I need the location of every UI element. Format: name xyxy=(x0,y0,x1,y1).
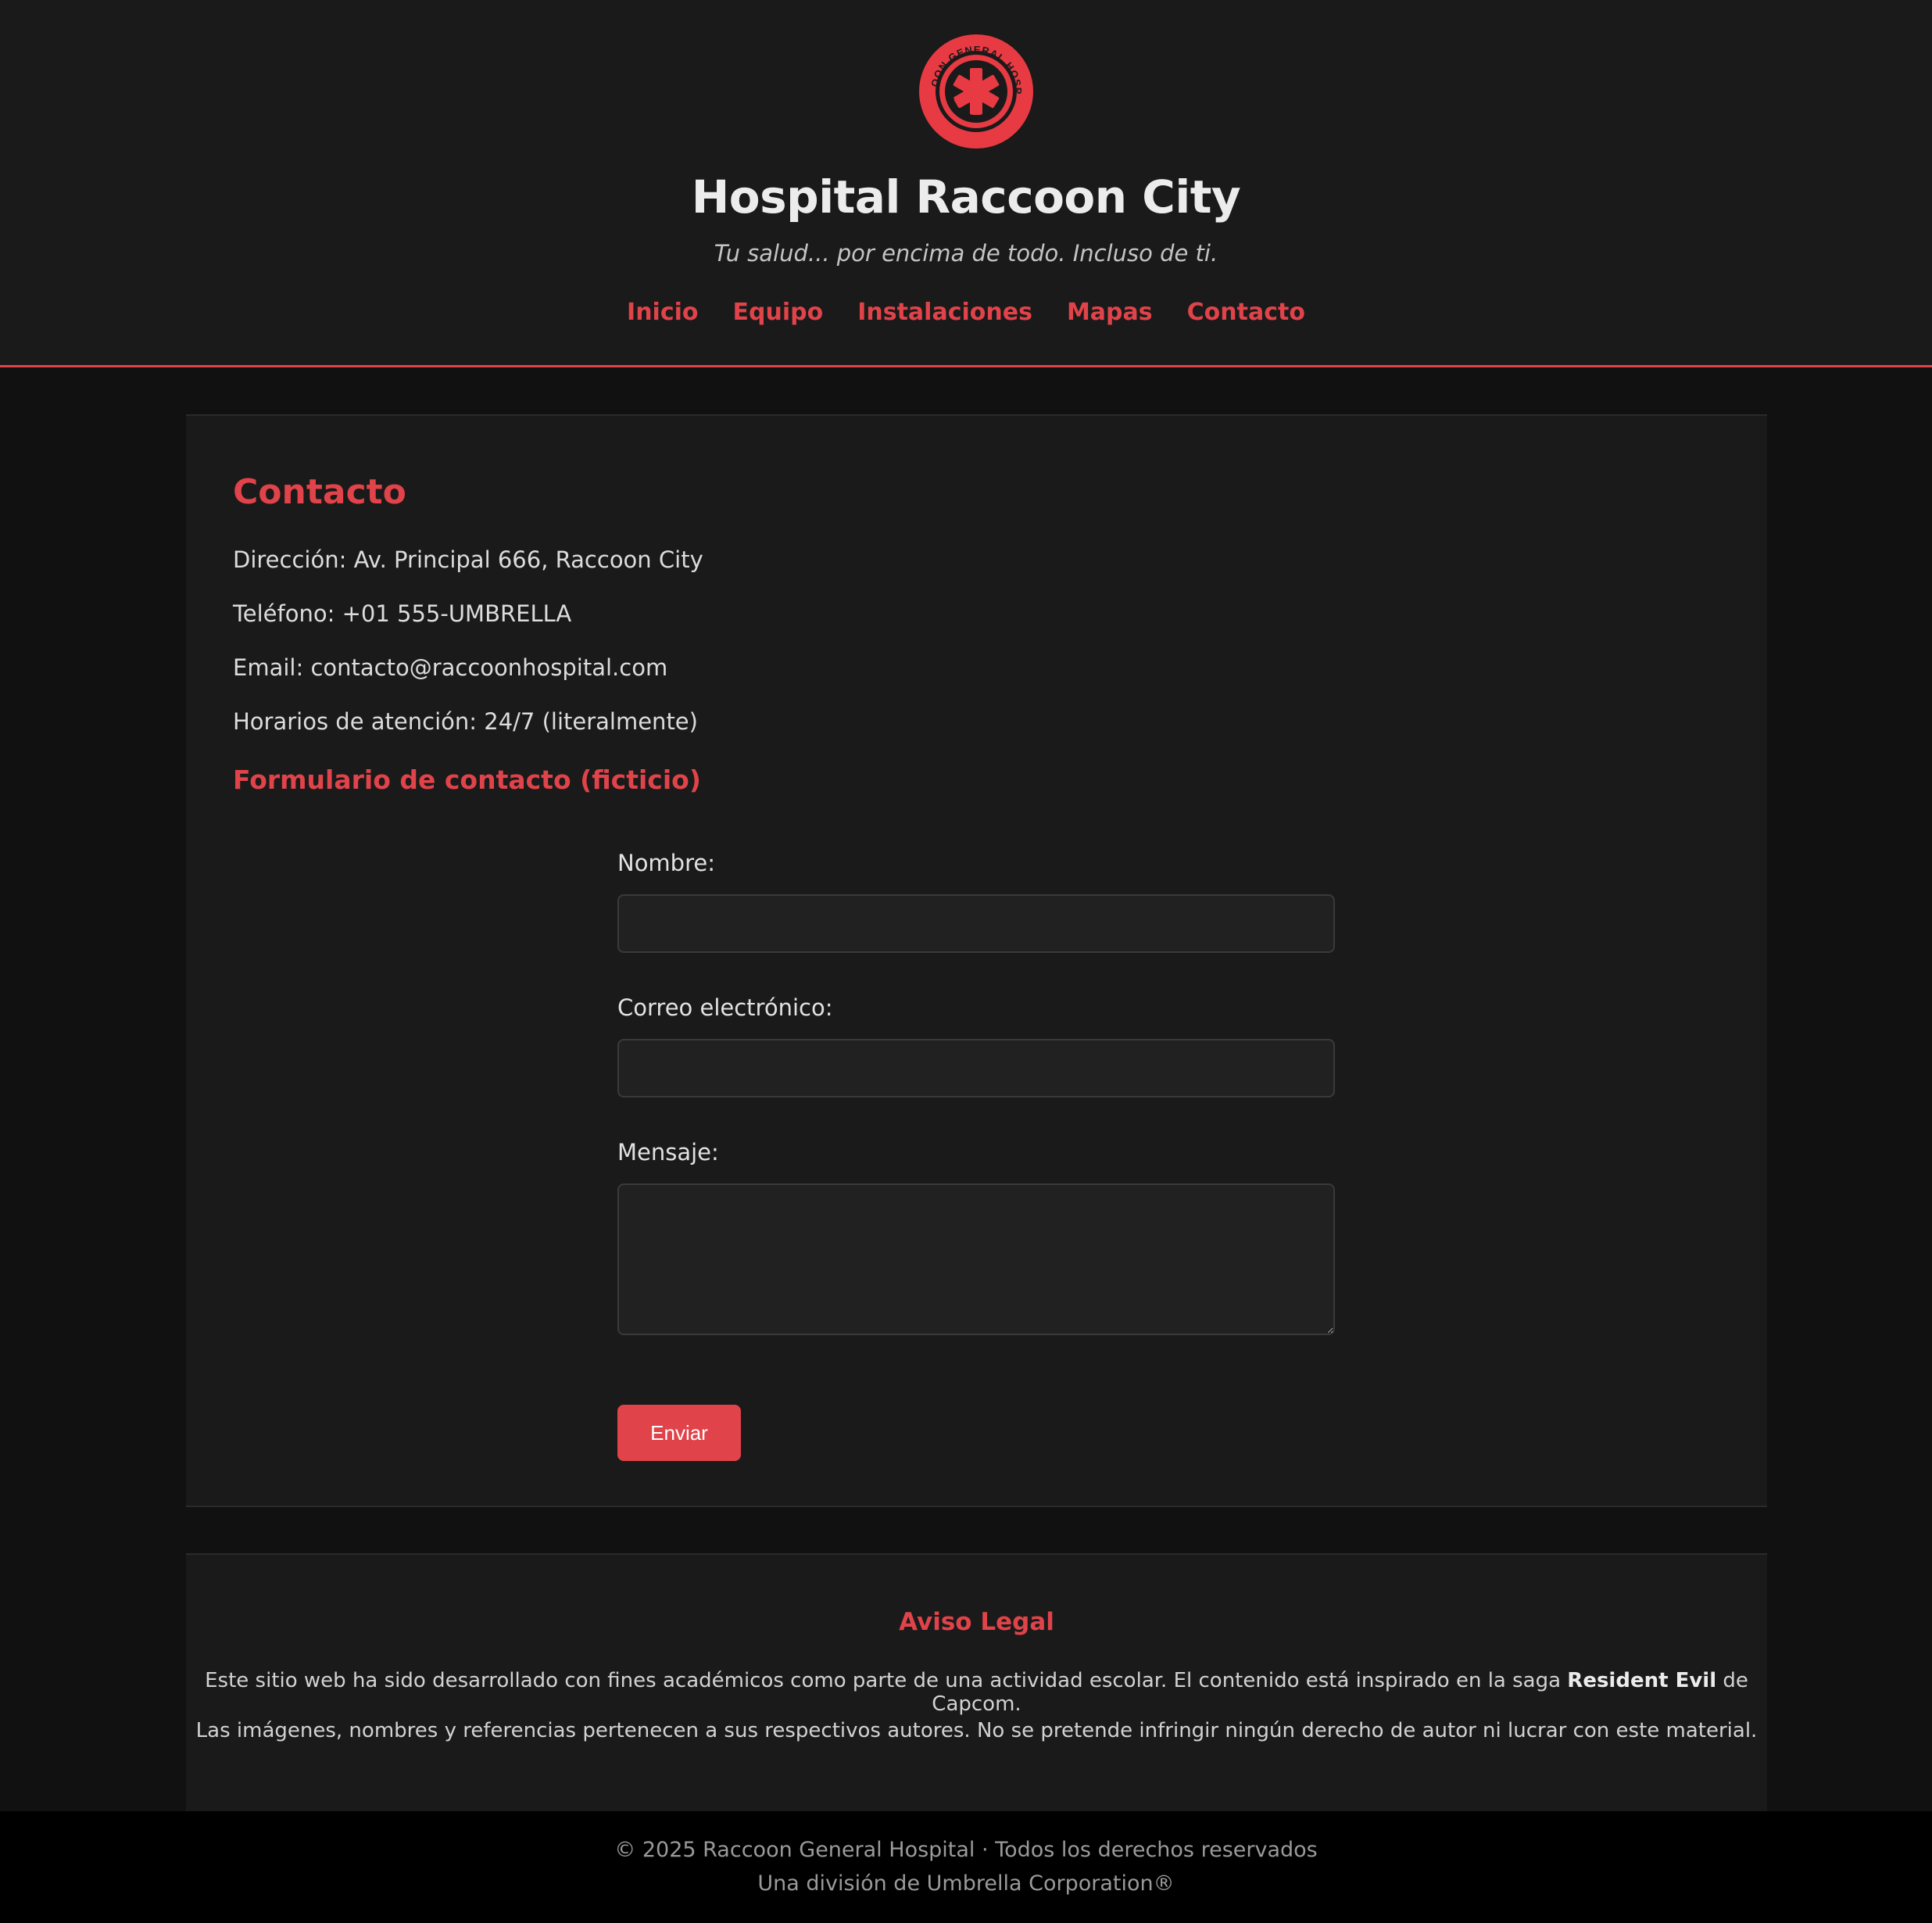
name-label: Nombre: xyxy=(617,850,715,876)
legal-text-1a: Este sitio web ha sido desarrollado con … xyxy=(205,1669,1568,1692)
email-label: Correo electrónico: xyxy=(617,994,833,1021)
site-footer: © 2025 Raccoon General Hospital · Todos … xyxy=(0,1811,1932,1923)
contact-phone: Teléfono: +01 555-UMBRELLA xyxy=(233,600,572,627)
footer-division: Una división de Umbrella Corporation® xyxy=(757,1871,1175,1896)
site-header: RACCOON GENERAL HOSPITAL RACCOON CITY Ho… xyxy=(0,0,1932,367)
nav-link-equipo[interactable]: Equipo xyxy=(733,299,824,326)
form-title: Formulario de contacto (ficticio) xyxy=(233,765,701,795)
nav-link-inicio[interactable]: Inicio xyxy=(627,299,698,326)
contact-hours: Horarios de atención: 24/7 (literalmente… xyxy=(233,708,698,735)
name-input[interactable] xyxy=(617,894,1335,953)
contact-email: Email: contacto@raccoonhospital.com xyxy=(233,654,668,681)
contact-title: Contacto xyxy=(233,472,406,512)
site-tagline: Tu salud... por encima de todo. Incluso … xyxy=(714,240,1218,267)
message-label: Mensaje: xyxy=(617,1139,719,1166)
contact-address: Dirección: Av. Principal 666, Raccoon Ci… xyxy=(233,546,703,573)
legal-section: Aviso Legal Este sitio web ha sido desar… xyxy=(186,1553,1767,1811)
footer-copyright: © 2025 Raccoon General Hospital · Todos … xyxy=(614,1838,1318,1862)
legal-text-line-2: Las imágenes, nombres y referencias pert… xyxy=(195,1719,1758,1742)
legal-text-line-1: Este sitio web ha sido desarrollado con … xyxy=(186,1669,1767,1716)
nav-link-mapas[interactable]: Mapas xyxy=(1067,299,1153,326)
nav-link-instalaciones[interactable]: Instalaciones xyxy=(857,299,1032,326)
main-nav: Inicio Equipo Instalaciones Mapas Contac… xyxy=(0,299,1932,326)
legal-text-1-bold: Resident Evil xyxy=(1567,1669,1717,1692)
message-textarea[interactable] xyxy=(617,1184,1335,1335)
email-input[interactable] xyxy=(617,1039,1335,1098)
legal-title: Aviso Legal xyxy=(899,1608,1054,1636)
site-title: Hospital Raccoon City xyxy=(691,170,1241,224)
nav-link-contacto[interactable]: Contacto xyxy=(1187,299,1305,326)
hospital-logo-icon[interactable]: RACCOON GENERAL HOSPITAL RACCOON CITY xyxy=(918,33,1035,150)
submit-button[interactable]: Enviar xyxy=(617,1405,741,1461)
contact-card: Contacto Dirección: Av. Principal 666, R… xyxy=(186,414,1767,1507)
